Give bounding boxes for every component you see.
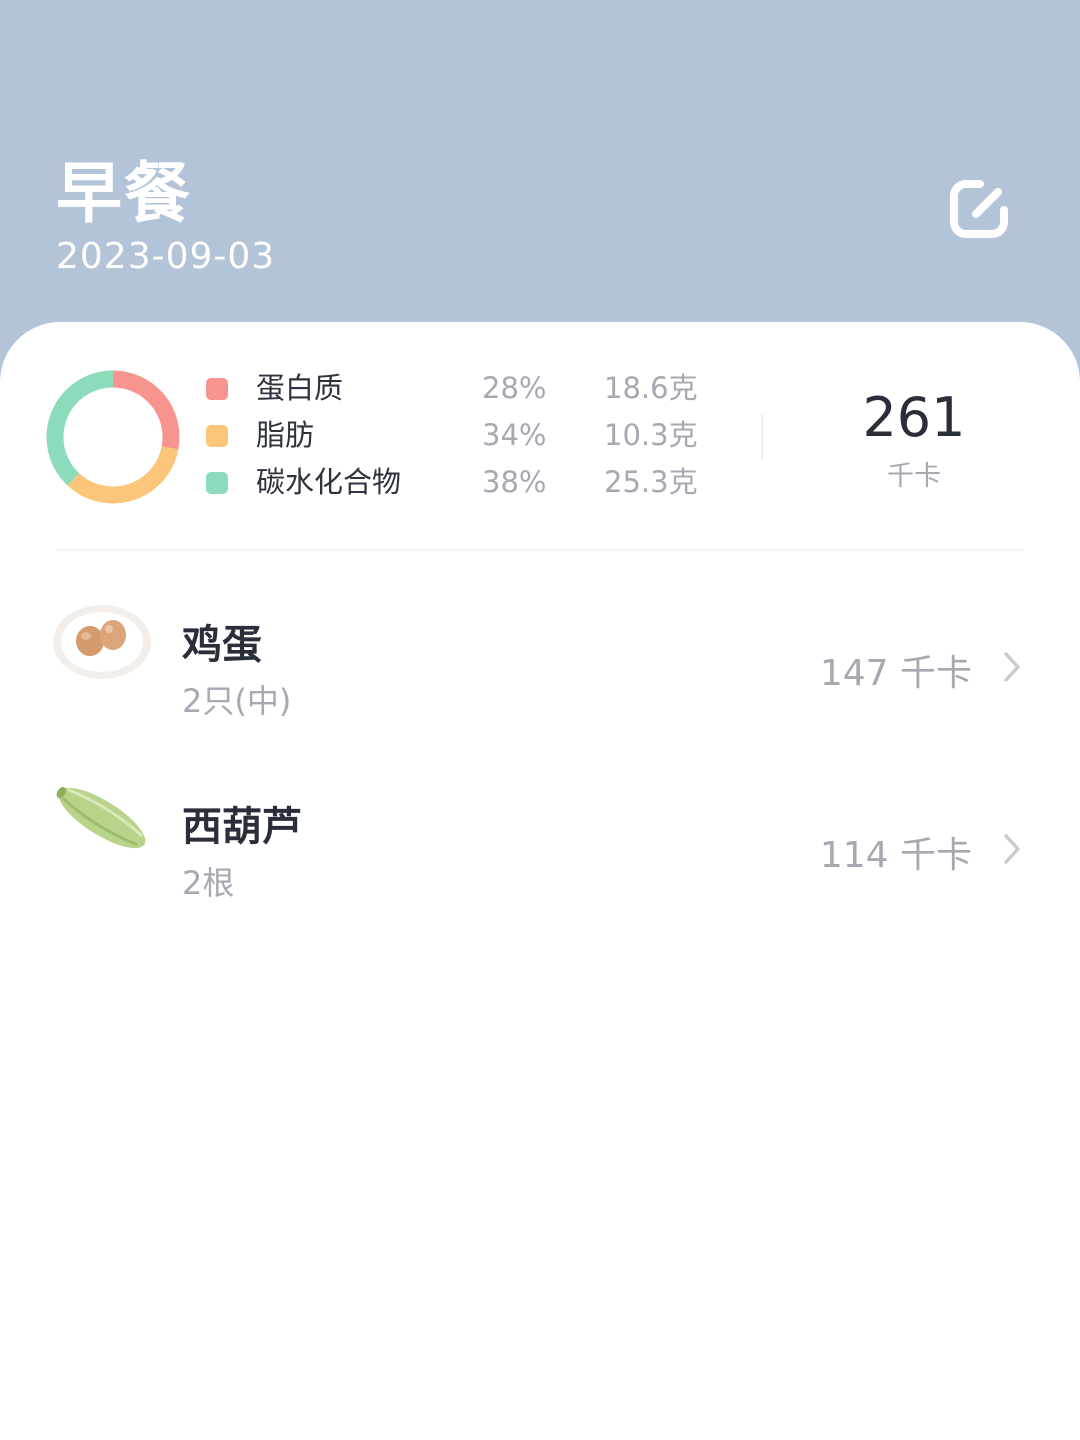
- section-divider: [56, 549, 1024, 551]
- macro-donut-chart: [46, 370, 180, 504]
- legend-percent: 38%: [482, 465, 547, 499]
- zucchini-image: [56, 787, 146, 849]
- food-item-egg[interactable]: 鸡蛋 2只(中) 147 千卡: [0, 584, 1080, 744]
- legend-row-fat: 脂肪 34% 10.3克: [204, 415, 724, 462]
- food-name: 鸡蛋: [182, 622, 262, 668]
- donut-slice-蛋白质: [112, 370, 180, 450]
- meal-title: 早餐: [56, 155, 192, 232]
- food-item-zucchini[interactable]: 西葫芦 2根 114 千卡: [0, 766, 1080, 926]
- legend-name: 脂肪: [256, 418, 315, 452]
- legend-name: 碳水化合物: [256, 465, 402, 499]
- legend-grams: 10.3克: [604, 418, 698, 452]
- legend-grams: 25.3克: [604, 465, 698, 499]
- carb-swatch: [206, 472, 228, 494]
- legend-row-protein: 蛋白质 28% 18.6克: [204, 368, 724, 415]
- meal-date: 2023-09-03: [56, 236, 276, 277]
- legend-percent: 34%: [482, 418, 547, 452]
- legend-name: 蛋白质: [256, 371, 344, 405]
- legend-grams: 18.6克: [604, 371, 698, 405]
- total-kcal-unit: 千卡: [887, 461, 941, 492]
- chevron-right-icon: [1004, 834, 1020, 864]
- legend-row-carb: 碳水化合物 38% 25.3克: [204, 462, 724, 509]
- food-quantity: 2根: [182, 864, 235, 902]
- food-quantity: 2只(中): [182, 682, 292, 720]
- macro-legend: 蛋白质 28% 18.6克 脂肪 34% 10.3克 碳水化合物 38% 25.…: [204, 368, 724, 509]
- food-kcal: 147 千卡: [819, 653, 972, 694]
- meal-header: 早餐 2023-09-03: [0, 0, 1080, 340]
- edit-button[interactable]: [946, 174, 1016, 244]
- food-kcal: 114 千卡: [819, 835, 972, 876]
- protein-swatch: [206, 378, 228, 400]
- meal-card: 蛋白质 28% 18.6克 脂肪 34% 10.3克 碳水化合物 38% 25.…: [0, 322, 1080, 1440]
- fat-swatch: [206, 425, 228, 447]
- donut-slice-脂肪: [67, 445, 179, 504]
- donut-slice-碳水化合物: [46, 370, 114, 486]
- edit-icon: [950, 180, 1008, 238]
- nutrition-summary: 蛋白质 28% 18.6克 脂肪 34% 10.3克 碳水化合物 38% 25.…: [0, 322, 1080, 550]
- summary-divider: [761, 414, 763, 460]
- legend-percent: 28%: [482, 371, 547, 405]
- egg-plate-image: [53, 605, 151, 679]
- chevron-right-icon: [1004, 652, 1020, 682]
- food-name: 西葫芦: [182, 804, 302, 850]
- total-kcal: 261: [862, 386, 966, 449]
